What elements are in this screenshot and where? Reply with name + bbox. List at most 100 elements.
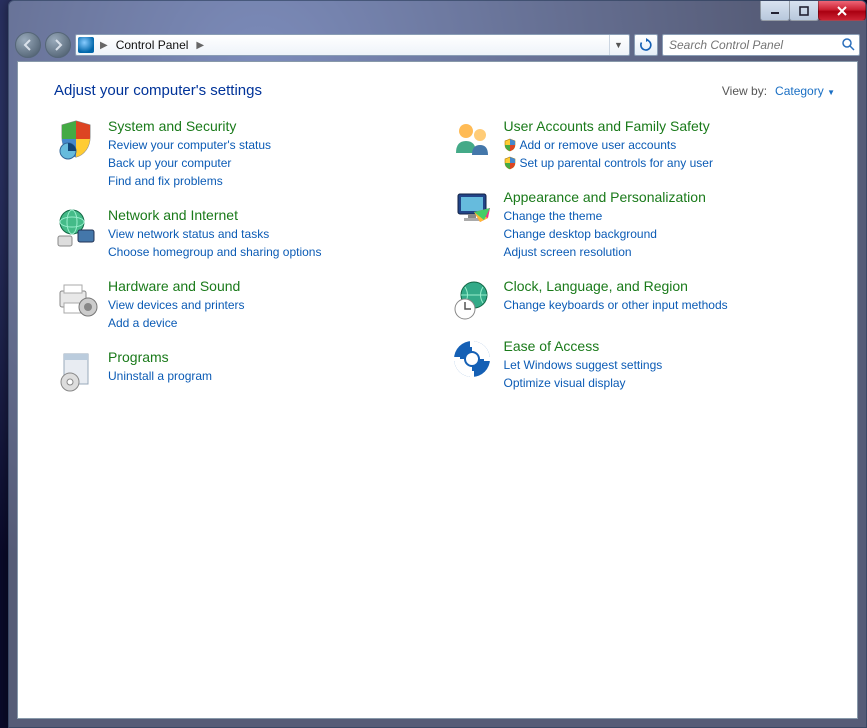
category-programs: Programs Uninstall a program <box>54 348 440 392</box>
category-body: Clock, Language, and Region Change keyboa… <box>504 277 728 314</box>
category-sublink[interactable]: Change desktop background <box>504 225 706 243</box>
sublink-text: Back up your computer <box>108 154 231 172</box>
globe-network-icon[interactable] <box>54 206 98 250</box>
sublink-text: Review your computer's status <box>108 136 271 154</box>
category-sublink[interactable]: Change the theme <box>504 207 706 225</box>
category-body: Appearance and Personalization Change the… <box>504 188 706 261</box>
category-sublink[interactable]: Review your computer's status <box>108 136 271 154</box>
sublink-text: View devices and printers <box>108 296 245 314</box>
category-column-left: System and Security Review your computer'… <box>54 117 440 392</box>
category-sublink[interactable]: Add a device <box>108 314 245 332</box>
category-system-and-security: System and Security Review your computer'… <box>54 117 440 190</box>
category-title-link[interactable]: User Accounts and Family Safety <box>504 118 713 134</box>
category-sublink[interactable]: View network status and tasks <box>108 225 321 243</box>
minimize-button[interactable] <box>760 1 790 21</box>
category-title-link[interactable]: Ease of Access <box>504 338 663 354</box>
search-box[interactable] <box>662 34 860 56</box>
content-area: Adjust your computer's settings View by:… <box>17 61 858 719</box>
category-grid: System and Security Review your computer'… <box>54 117 835 392</box>
page-title: Adjust your computer's settings <box>54 82 262 99</box>
people-icon[interactable] <box>450 117 494 161</box>
nav-back-button[interactable] <box>15 32 41 58</box>
category-hardware-and-sound: Hardware and Sound View devices and print… <box>54 277 440 332</box>
category-sublink[interactable]: View devices and printers <box>108 296 245 314</box>
category-column-right: User Accounts and Family Safety Add or re… <box>450 117 836 392</box>
category-title-link[interactable]: Network and Internet <box>108 207 321 223</box>
category-body: Network and Internet View network status … <box>108 206 321 261</box>
category-appearance-and-personalization: Appearance and Personalization Change the… <box>450 188 836 261</box>
uac-shield-icon <box>504 138 516 152</box>
content-header: Adjust your computer's settings View by:… <box>54 82 835 99</box>
category-body: Ease of Access Let Windows suggest settin… <box>504 337 663 392</box>
uac-shield-icon <box>504 156 516 170</box>
sublink-text: Choose homegroup and sharing options <box>108 243 321 261</box>
category-sublink[interactable]: Change keyboards or other input methods <box>504 296 728 314</box>
box-disc-icon[interactable] <box>54 348 98 392</box>
close-icon <box>836 6 848 16</box>
breadcrumb-separator-icon: ▶ <box>194 40 206 51</box>
category-title-link[interactable]: System and Security <box>108 118 271 134</box>
maximize-icon <box>799 6 809 16</box>
sublink-text: Set up parental controls for any user <box>520 154 713 172</box>
titlebar <box>9 1 866 29</box>
category-sublink[interactable]: Find and fix problems <box>108 172 271 190</box>
category-clock-language-and-region: Clock, Language, and Region Change keyboa… <box>450 277 836 321</box>
sublink-text: Let Windows suggest settings <box>504 356 663 374</box>
category-title-link[interactable]: Hardware and Sound <box>108 278 245 294</box>
view-by-dropdown[interactable]: Category ▼ <box>775 84 835 98</box>
breadcrumb-separator-icon: ▶ <box>98 40 110 51</box>
category-body: Hardware and Sound View devices and print… <box>108 277 245 332</box>
category-network-and-internet: Network and Internet View network status … <box>54 206 440 261</box>
search-icon[interactable] <box>841 37 855 54</box>
control-panel-icon <box>78 37 94 53</box>
category-sublink[interactable]: Let Windows suggest settings <box>504 356 663 374</box>
nav-forward-button[interactable] <box>45 32 71 58</box>
category-title-link[interactable]: Clock, Language, and Region <box>504 278 728 294</box>
sublink-text: Change keyboards or other input methods <box>504 296 728 314</box>
navigation-row: ▶ Control Panel ▶ ▼ <box>9 29 866 61</box>
globe-clock-icon[interactable] <box>450 277 494 321</box>
control-panel-window: ▶ Control Panel ▶ ▼ Adjust your computer… <box>8 0 867 728</box>
category-sublink[interactable]: Adjust screen resolution <box>504 243 706 261</box>
shield-pie-icon[interactable] <box>54 117 98 161</box>
monitor-paint-icon[interactable] <box>450 188 494 232</box>
refresh-button[interactable] <box>634 34 658 56</box>
category-body: System and Security Review your computer'… <box>108 117 271 190</box>
ease-access-icon[interactable] <box>450 337 494 381</box>
sublink-text: Add or remove user accounts <box>520 136 677 154</box>
category-title-link[interactable]: Programs <box>108 349 212 365</box>
category-sublink[interactable]: Choose homegroup and sharing options <box>108 243 321 261</box>
address-bar[interactable]: ▶ Control Panel ▶ ▼ <box>75 34 630 56</box>
printer-speaker-icon[interactable] <box>54 277 98 321</box>
refresh-icon <box>639 38 653 52</box>
maximize-button[interactable] <box>789 1 819 21</box>
category-sublink[interactable]: Add or remove user accounts <box>504 136 713 154</box>
category-sublink[interactable]: Set up parental controls for any user <box>504 154 713 172</box>
sublink-text: Add a device <box>108 314 177 332</box>
sublink-text: View network status and tasks <box>108 225 269 243</box>
chevron-down-icon: ▼ <box>827 88 835 97</box>
close-button[interactable] <box>818 1 866 21</box>
search-input[interactable] <box>669 38 841 52</box>
arrow-left-icon <box>21 38 35 52</box>
sublink-text: Change desktop background <box>504 225 657 243</box>
category-title-link[interactable]: Appearance and Personalization <box>504 189 706 205</box>
category-sublink[interactable]: Uninstall a program <box>108 367 212 385</box>
category-body: User Accounts and Family Safety Add or re… <box>504 117 713 172</box>
view-by-control: View by: Category ▼ <box>722 84 835 98</box>
breadcrumb-root[interactable]: Control Panel <box>114 36 191 54</box>
minimize-icon <box>770 6 780 16</box>
category-body: Programs Uninstall a program <box>108 348 212 385</box>
sublink-text: Adjust screen resolution <box>504 243 632 261</box>
sublink-text: Find and fix problems <box>108 172 223 190</box>
sublink-text: Optimize visual display <box>504 374 626 392</box>
address-history-dropdown[interactable]: ▼ <box>609 35 627 55</box>
view-by-label: View by: <box>722 84 767 98</box>
category-sublink[interactable]: Optimize visual display <box>504 374 663 392</box>
view-by-value: Category <box>775 84 824 98</box>
sublink-text: Uninstall a program <box>108 367 212 385</box>
sublink-text: Change the theme <box>504 207 603 225</box>
category-sublink[interactable]: Back up your computer <box>108 154 271 172</box>
category-ease-of-access: Ease of Access Let Windows suggest settin… <box>450 337 836 392</box>
arrow-right-icon <box>51 38 65 52</box>
